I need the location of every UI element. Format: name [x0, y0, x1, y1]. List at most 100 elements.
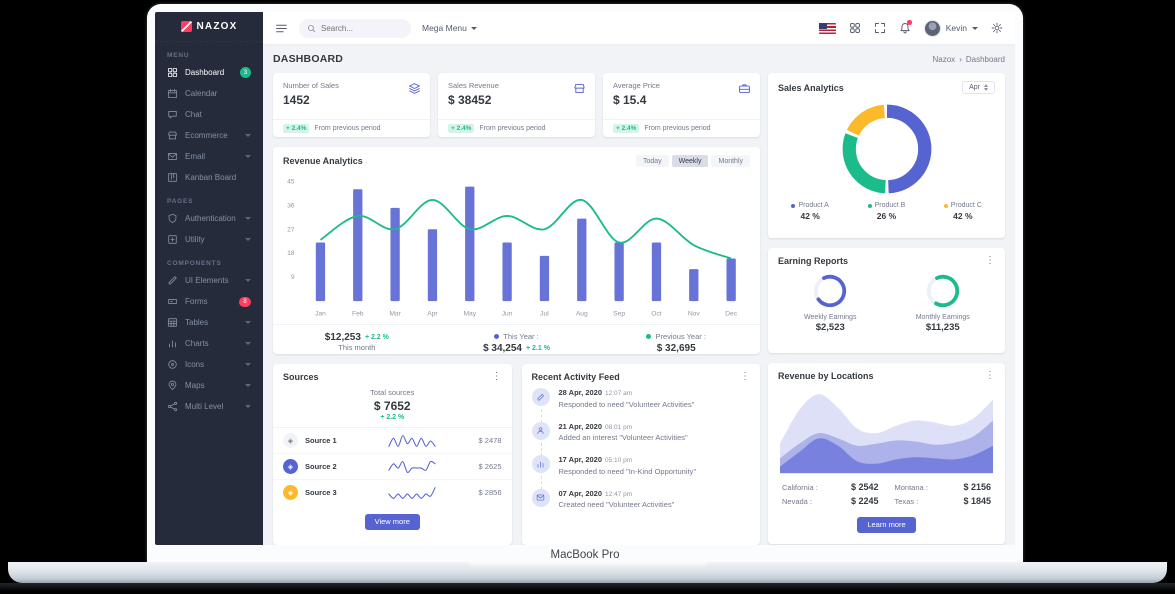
- settings-button[interactable]: [991, 22, 1003, 34]
- sidebar-item-calendar[interactable]: Calendar: [155, 83, 263, 104]
- kebab-menu-icon[interactable]: ⋮: [492, 373, 502, 381]
- location-value: $ 2156: [963, 482, 991, 492]
- email-icon: [167, 151, 178, 162]
- sidebar-item-tables[interactable]: Tables: [155, 312, 263, 333]
- breadcrumb-current: Dashboard: [966, 55, 1005, 64]
- fullscreen-button[interactable]: [874, 22, 886, 34]
- monthly-earnings-radial: [924, 272, 962, 310]
- source-row[interactable]: ◈ Source 2 $ 2625: [273, 454, 512, 480]
- source-name: Source 2: [305, 462, 345, 471]
- sidebar-item-dashboard[interactable]: Dashboard 3: [155, 62, 263, 83]
- location-entry: Texas : $ 1845: [895, 496, 992, 506]
- legend-percent: 26 %: [848, 211, 924, 221]
- stat-note: From previous period: [644, 125, 710, 132]
- svg-text:Oct: Oct: [651, 311, 662, 318]
- location-name: Montana :: [895, 483, 928, 492]
- sidebar-item-label: Ecommerce: [185, 131, 228, 140]
- svg-text:Feb: Feb: [352, 311, 364, 318]
- search-bar[interactable]: [299, 19, 411, 38]
- sidebar-item-ecommerce[interactable]: Ecommerce: [155, 125, 263, 146]
- sidebar-item-label: Maps: [185, 381, 205, 390]
- search-icon: [307, 24, 316, 33]
- svg-text:Aug: Aug: [576, 311, 588, 318]
- chevron-down-icon: [245, 217, 251, 220]
- page-title: DASHBOARD: [273, 53, 343, 65]
- activity-date: 28 Apr, 2020: [559, 388, 603, 397]
- kebab-menu-icon[interactable]: ⋮: [985, 372, 995, 380]
- sidebar-item-maps[interactable]: Maps: [155, 375, 263, 396]
- revenue-analytics-chart: 918273645JanFebMarAprMayJunJulAugSepOctN…: [273, 171, 760, 324]
- activity-item: 07 Apr, 202012:47 pm Created need "Volun…: [532, 489, 751, 523]
- today-button[interactable]: Today: [636, 155, 669, 167]
- stat-card-sales-revenue: Sales Revenue $ 38452 + 2.4% From previo…: [438, 73, 595, 137]
- breadcrumb-home[interactable]: Nazox: [933, 55, 956, 64]
- month-select[interactable]: Apr: [962, 81, 995, 94]
- svg-text:Apr: Apr: [427, 311, 438, 318]
- sidebar-item-label: Utility: [185, 235, 205, 244]
- source-row[interactable]: ◈ Source 1 $ 2478: [273, 428, 512, 454]
- user-menu[interactable]: Kevin: [924, 20, 978, 37]
- earning-reports-card: Earning Reports ⋮ Weekly Earnings $2,523: [768, 248, 1005, 353]
- svg-text:Jul: Jul: [540, 311, 549, 318]
- total-sources-delta: + 2.2 %: [273, 414, 512, 421]
- activity-text: Created need "Volunteer Activities": [559, 500, 751, 509]
- monthly-earnings: Monthly Earnings $11,235: [887, 272, 1000, 333]
- mega-menu-button[interactable]: Mega Menu: [422, 23, 477, 33]
- apps-grid-icon: [849, 22, 861, 34]
- kebab-menu-icon[interactable]: ⋮: [985, 257, 995, 265]
- stat-note: From previous period: [479, 125, 545, 132]
- sidebar-item-kanban-board[interactable]: Kanban Board: [155, 167, 263, 188]
- sidebar-item-utility[interactable]: Utility: [155, 229, 263, 250]
- view-more-button[interactable]: View more: [365, 514, 420, 530]
- source-row[interactable]: ◈ Source 3 $ 2856: [273, 480, 512, 505]
- kanban-icon: [167, 172, 178, 183]
- month-delta: + 2.2 %: [365, 334, 389, 341]
- gear-icon: [991, 22, 1003, 34]
- location-name: Texas :: [895, 497, 919, 506]
- activity-date: 21 Apr, 2020: [559, 422, 603, 431]
- sidebar-item-multi-level[interactable]: Multi Level: [155, 396, 263, 417]
- menu-toggle-icon[interactable]: [275, 22, 288, 35]
- activity-time: 05:10 pm: [605, 457, 632, 464]
- sidebar-item-email[interactable]: Email: [155, 146, 263, 167]
- dashboard-icon: [167, 67, 178, 78]
- share-nodes-icon: [167, 401, 178, 412]
- activity-item: 17 Apr, 202005:10 pm Responded to need "…: [532, 455, 751, 489]
- svg-text:27: 27: [287, 226, 295, 233]
- search-input[interactable]: [321, 24, 401, 33]
- sidebar-item-ui-elements[interactable]: UI Elements: [155, 270, 263, 291]
- stat-label: Average Price: [613, 81, 750, 90]
- apps-grid-button[interactable]: [849, 22, 861, 34]
- sidebar-item-authentication[interactable]: Authentication: [155, 208, 263, 229]
- chevron-down-icon: [245, 134, 251, 137]
- activity-time: 08:01 pm: [605, 424, 632, 431]
- pencil-ruler-icon: [167, 275, 178, 286]
- stat-label: Sales Revenue: [448, 81, 585, 90]
- sidebar-item-charts[interactable]: Charts: [155, 333, 263, 354]
- location-name: Nevada :: [782, 497, 812, 506]
- map-pin-icon: [167, 380, 178, 391]
- dashboard-badge: 3: [240, 67, 251, 78]
- learn-more-button[interactable]: Learn more: [857, 517, 915, 533]
- source-amount: $ 2856: [479, 488, 502, 497]
- app-logo[interactable]: NAZOX: [155, 12, 263, 42]
- source-sparkline: [352, 459, 472, 475]
- page-content: DASHBOARD Nazox › Dashboard: [263, 44, 1015, 545]
- total-sources-value: $ 7652: [273, 399, 512, 413]
- chevron-down-icon: [245, 384, 251, 387]
- svg-text:9: 9: [291, 274, 295, 281]
- weekly-button[interactable]: Weekly: [672, 155, 709, 167]
- location-value: $ 2245: [851, 496, 879, 506]
- kebab-menu-icon[interactable]: ⋮: [740, 373, 750, 381]
- notifications-button[interactable]: [899, 22, 911, 34]
- sidebar-item-forms[interactable]: Forms 8: [155, 291, 263, 312]
- legend-product-b: Product B 26 %: [848, 202, 924, 221]
- language-flag-button[interactable]: [819, 23, 836, 34]
- stat-delta-badge: + 2.4%: [283, 124, 309, 133]
- sidebar-item-icons[interactable]: Icons: [155, 354, 263, 375]
- sidebar-section-components: COMPONENTS: [155, 250, 263, 270]
- monthly-button[interactable]: Monthly: [711, 155, 750, 167]
- sidebar-item-chat[interactable]: Chat: [155, 104, 263, 125]
- card-title: Recent Activity Feed: [532, 372, 620, 382]
- stat-delta-badge: + 2.4%: [448, 124, 474, 133]
